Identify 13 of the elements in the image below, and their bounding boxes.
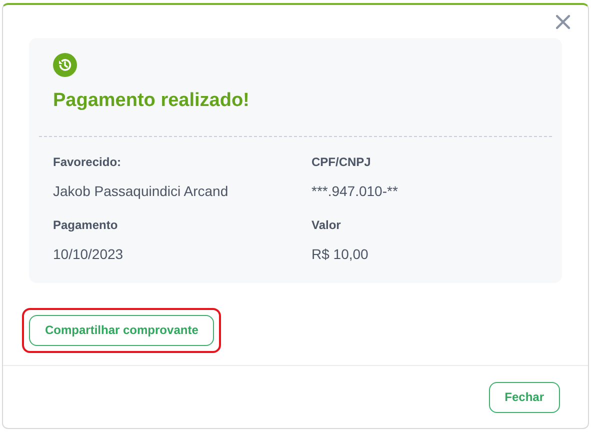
field-label: Favorecido: [53, 154, 122, 170]
close-button[interactable]: Fechar [488, 382, 560, 412]
field-value: ***.947.010-** [312, 182, 399, 200]
history-icon [53, 53, 77, 77]
field-value: R$ 10,00 [312, 244, 370, 264]
share-button[interactable]: Compartilhar comprovante [29, 314, 214, 346]
field-label: Pagamento [53, 216, 119, 234]
field-value: 10/10/2023 [53, 244, 124, 264]
field-label: Valor [312, 216, 342, 234]
dialog-title: Pagamento realizado! [53, 89, 250, 113]
field-value: Jakob Passaquindici Arcand [53, 182, 230, 201]
close-icon[interactable] [554, 13, 572, 31]
field-label: CPF/CNPJ [312, 154, 372, 170]
